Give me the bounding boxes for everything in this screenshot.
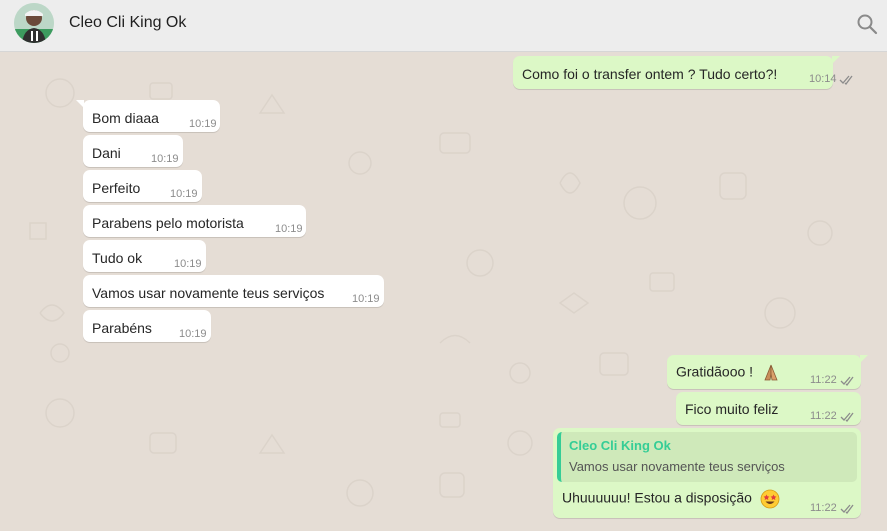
message-time: 11:22 xyxy=(810,502,837,514)
message-list[interactable]: Como foi o transfer ontem ? Tudo certo?!… xyxy=(0,53,887,531)
star-struck-icon xyxy=(760,489,780,509)
message-text: Como foi o transfer ontem ? Tudo certo?! xyxy=(522,66,778,82)
message-bubble-outgoing-reply[interactable]: Cleo Cli King Ok Vamos usar novamente te… xyxy=(553,428,861,518)
message-bubble-incoming[interactable]: Parabéns 10:19 xyxy=(83,310,211,342)
double-check-icon xyxy=(840,504,854,514)
message-text: Parabens pelo motorista xyxy=(92,215,244,231)
bubble-tail xyxy=(76,100,84,108)
message-text: Bom diaaa xyxy=(92,110,159,126)
message-time: 10:19 xyxy=(170,188,198,200)
message-bubble-incoming[interactable]: Vamos usar novamente teus serviços 10:19 xyxy=(83,275,384,307)
message-time: 10:19 xyxy=(352,293,380,305)
message-text: Dani xyxy=(92,145,121,161)
message-time: 10:19 xyxy=(189,118,217,130)
message-time: 10:19 xyxy=(275,223,303,235)
message-text: Uhuuuuuu! Estou a disposição xyxy=(562,489,780,509)
message-text-content: Gratidãooo ! xyxy=(676,363,754,380)
message-text: Gratidãooo ! xyxy=(676,363,781,383)
bubble-tail xyxy=(832,56,840,64)
chat-header: Cleo Cli King Ok xyxy=(0,0,887,52)
message-bubble-incoming[interactable]: Dani 10:19 xyxy=(83,135,183,167)
message-bubble-incoming[interactable]: Bom diaaa 10:19 xyxy=(76,100,220,132)
double-check-icon xyxy=(840,412,854,422)
message-bubble-outgoing[interactable]: Gratidãooo ! 11:22 xyxy=(667,355,868,389)
quoted-author: Cleo Cli King Ok xyxy=(569,438,671,453)
message-text: Vamos usar novamente teus serviços xyxy=(92,285,325,301)
message-time: 11:22 xyxy=(810,410,837,422)
folded-hands-icon xyxy=(764,364,778,381)
message-text: Perfeito xyxy=(92,180,141,196)
message-time: 10:19 xyxy=(174,258,202,270)
message-time: 10:19 xyxy=(179,328,207,340)
double-check-icon xyxy=(840,376,854,386)
double-check-icon xyxy=(839,75,853,85)
message-text-content: Uhuuuuuu! Estou a disposição xyxy=(562,489,752,506)
bubble-tail xyxy=(860,355,868,363)
message-text: Tudo ok xyxy=(92,250,143,266)
message-text: Parabéns xyxy=(92,320,152,336)
message-bubble-incoming[interactable]: Parabens pelo motorista 10:19 xyxy=(83,205,306,237)
message-time: 11:22 xyxy=(810,374,837,386)
message-bubble-outgoing[interactable]: Fico muito feliz 11:22 xyxy=(676,392,861,425)
message-bubble-incoming[interactable]: Tudo ok 10:19 xyxy=(83,240,206,272)
quoted-message[interactable]: Cleo Cli King Ok Vamos usar novamente te… xyxy=(557,432,857,482)
message-bubble-outgoing[interactable]: Como foi o transfer ontem ? Tudo certo?!… xyxy=(513,56,853,89)
contact-avatar[interactable] xyxy=(14,3,54,43)
search-icon[interactable] xyxy=(855,12,879,36)
message-time: 10:19 xyxy=(151,153,179,165)
message-text: Fico muito feliz xyxy=(685,401,779,417)
message-bubble-incoming[interactable]: Perfeito 10:19 xyxy=(83,170,202,202)
message-time: 10:14 xyxy=(809,73,837,85)
quoted-text: Vamos usar novamente teus serviços xyxy=(569,459,785,474)
contact-name[interactable]: Cleo Cli King Ok xyxy=(69,14,186,32)
